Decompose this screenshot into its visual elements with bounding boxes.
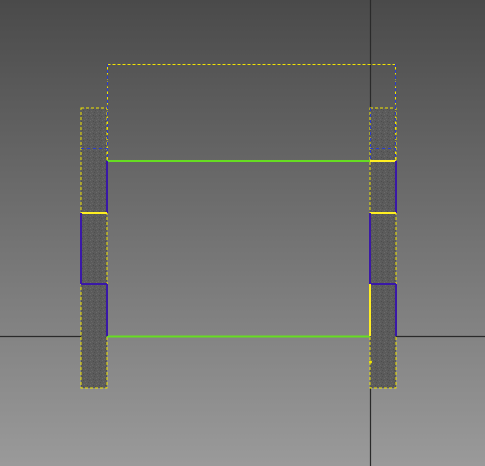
right-pillar[interactable] xyxy=(369,107,397,389)
selection-bounding-box xyxy=(107,64,396,162)
3d-viewport[interactable] xyxy=(0,0,485,466)
left-pillar[interactable] xyxy=(80,107,108,389)
hidden-edges xyxy=(81,64,396,160)
vertex-marker[interactable] xyxy=(369,360,372,364)
scene-canvas[interactable] xyxy=(0,0,485,466)
